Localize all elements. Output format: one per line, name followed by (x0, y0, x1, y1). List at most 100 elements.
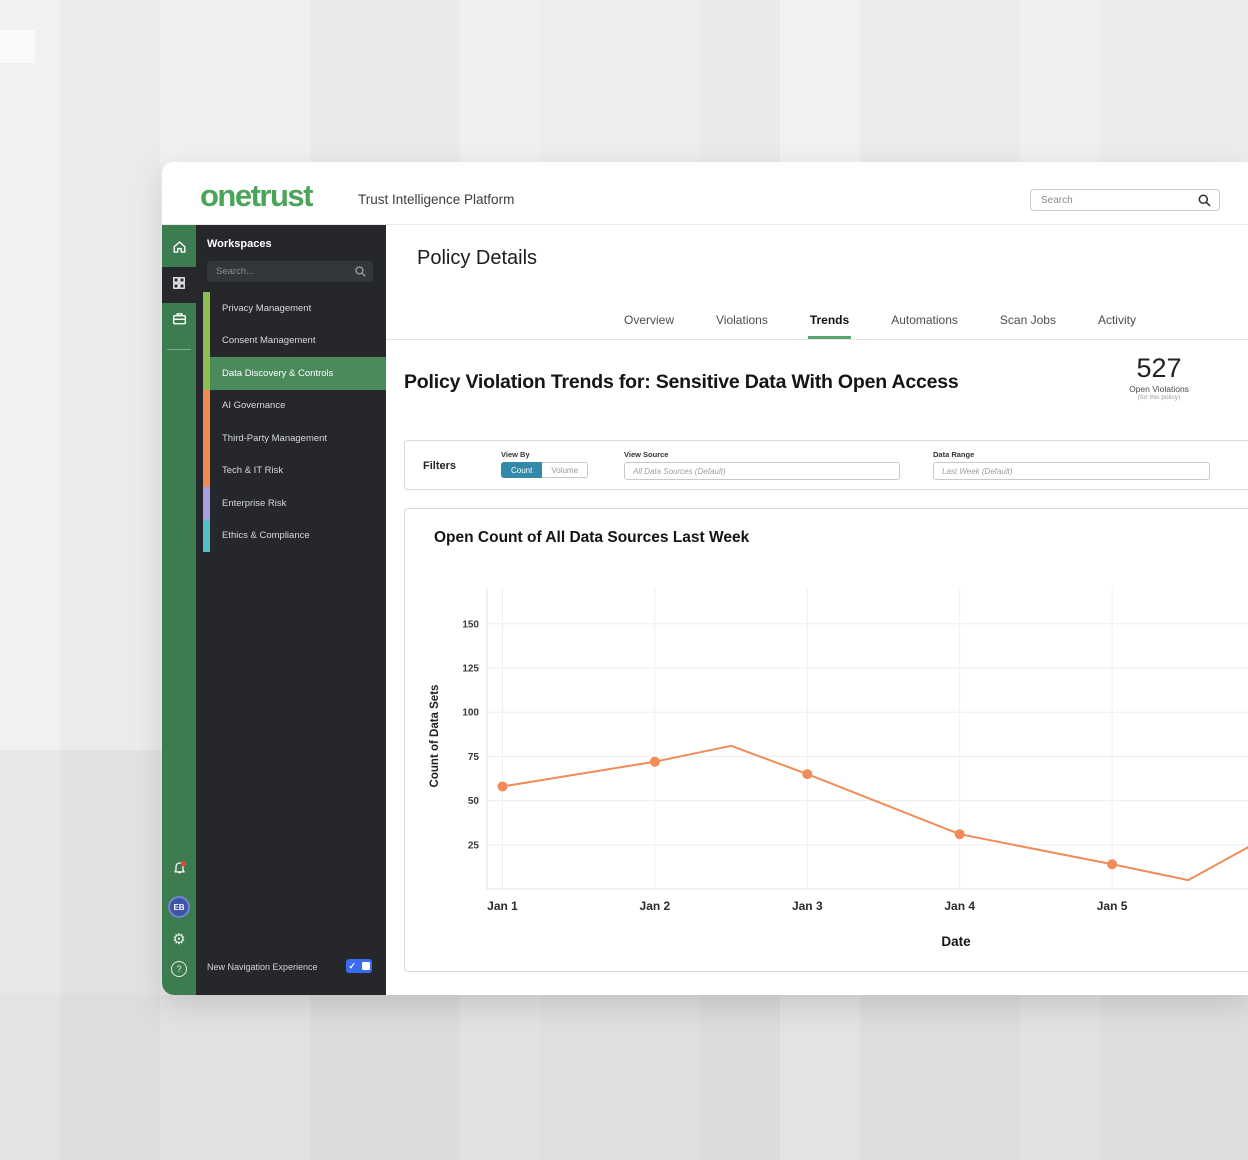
sidebar-item-label: Consent Management (222, 335, 315, 346)
workspace-list: Privacy Management Consent Management Data… (196, 292, 386, 552)
new-nav-toggle[interactable]: ✓ (346, 959, 372, 973)
global-search[interactable] (1030, 189, 1220, 211)
sidebar-item-label: Third-Party Management (222, 433, 327, 444)
sidebar-item-third-party-management[interactable]: Third-Party Management (196, 422, 386, 455)
sidebar-item-label: Privacy Management (222, 303, 311, 314)
sidebar-item-ai-governance[interactable]: AI Governance (196, 390, 386, 423)
onetrust-logo: onetrust (200, 178, 312, 214)
notifications-button[interactable] (171, 860, 188, 882)
rail-bottom-group: EB ⚙ ? (162, 860, 196, 977)
data-range-input[interactable] (933, 462, 1210, 480)
y-tick-label: 125 (462, 664, 479, 675)
view-source-input[interactable] (624, 462, 900, 480)
main-content: Policy Details Overview Violations Trends A… (386, 225, 1248, 995)
y-tick-label: 75 (468, 752, 480, 763)
view-by-volume-button[interactable]: Volume (542, 462, 588, 478)
sidebar-item-consent-management[interactable]: Consent Management (196, 325, 386, 358)
apps-grid-icon (171, 275, 187, 296)
workspace-color-strip (203, 325, 210, 358)
avatar[interactable]: EB (168, 896, 190, 918)
sidebar-item-enterprise-risk[interactable]: Enterprise Risk (196, 487, 386, 520)
background-shade-bottom (0, 995, 1248, 1160)
sidebar-item-label: AI Governance (222, 400, 285, 411)
tab-automations[interactable]: Automations (889, 303, 960, 339)
sidebar-item-label: Data Discovery & Controls (222, 368, 333, 379)
view-source-label: View Source (624, 450, 668, 459)
sidebar-item-data-discovery-controls[interactable]: Data Discovery & Controls (196, 357, 386, 390)
sidebar-item-ethics-compliance[interactable]: Ethics & Compliance (196, 520, 386, 553)
gear-icon[interactable]: ⚙ (172, 932, 185, 947)
sidebar-item-label: Tech & IT Risk (222, 465, 283, 476)
trends-heading: Policy Violation Trends for: Sensitive D… (404, 371, 959, 394)
tab-bar: Overview Violations Trends Automations Scan … (386, 303, 1248, 340)
top-bar: onetrust Trust Intelligence Platform (162, 162, 1248, 225)
y-tick-label: 150 (462, 619, 479, 630)
tab-overview[interactable]: Overview (622, 303, 676, 339)
x-tick-label: Jan 5 (1097, 899, 1128, 913)
background-patch (0, 30, 35, 63)
workspace-color-strip (203, 357, 210, 390)
search-icon[interactable] (1197, 193, 1212, 213)
new-nav-label: New Navigation Experience (207, 962, 318, 972)
data-point-marker (498, 781, 508, 791)
tab-scan-jobs[interactable]: Scan Jobs (998, 303, 1058, 339)
rail-projects-button[interactable] (162, 303, 196, 339)
data-point-marker (802, 769, 812, 779)
y-tick-label: 25 (468, 840, 480, 851)
data-point-marker (650, 757, 660, 767)
open-violations-stat: 527 Open Violations (for this policy) (1109, 354, 1209, 401)
chart-title: Open Count of All Data Sources Last Week (434, 529, 749, 547)
rail-apps-button[interactable] (162, 267, 196, 303)
tab-activity[interactable]: Activity (1096, 303, 1138, 339)
filters-title: Filters (423, 460, 456, 472)
sidebar-item-tech-it-risk[interactable]: Tech & IT Risk (196, 455, 386, 488)
rail-divider (167, 349, 191, 350)
sidebar-title: Workspaces (207, 238, 272, 250)
workspace-color-strip (203, 390, 210, 423)
workspace-color-strip (203, 455, 210, 488)
toggle-knob (362, 962, 370, 970)
sidebar-item-privacy-management[interactable]: Privacy Management (196, 292, 386, 325)
x-tick-label: Jan 3 (792, 899, 823, 913)
x-tick-label: Jan 4 (944, 899, 975, 913)
workspace-color-strip (203, 520, 210, 553)
workspace-color-strip (203, 422, 210, 455)
data-point-marker (955, 829, 965, 839)
workspace-color-strip (203, 487, 210, 520)
view-by-label: View By (501, 450, 530, 459)
workspaces-sidebar: Workspaces Privacy Management Consent Man… (196, 225, 386, 995)
home-icon (171, 238, 188, 260)
x-axis-title: Date (941, 934, 971, 949)
platform-title: Trust Intelligence Platform (358, 192, 514, 207)
x-tick-label: Jan 1 (487, 899, 518, 913)
tab-violations[interactable]: Violations (714, 303, 770, 339)
trend-line (503, 746, 1248, 880)
sidebar-item-label: Ethics & Compliance (222, 530, 310, 541)
stat-value: 527 (1109, 354, 1209, 382)
page-title: Policy Details (417, 247, 537, 270)
y-axis-title: Count of Data Sets (429, 685, 441, 788)
sidebar-search[interactable] (207, 261, 373, 282)
workspace-color-strip (203, 292, 210, 325)
chart-card: 255075100125150Jan 1Jan 2Jan 3Jan 4Jan 5… (404, 508, 1248, 972)
view-by-count-button[interactable]: Count (501, 462, 542, 478)
x-tick-label: Jan 2 (640, 899, 671, 913)
sidebar-footer: New Navigation Experience ✓ (196, 955, 386, 981)
data-point-marker (1107, 859, 1117, 869)
briefcase-icon (171, 310, 188, 332)
sidebar-search-input[interactable] (207, 261, 373, 282)
rail-home-button[interactable] (162, 231, 196, 267)
app-rail: EB ⚙ ? (162, 225, 196, 995)
filters-bar: Filters View By CountVolume View Source … (404, 440, 1248, 490)
tab-trends[interactable]: Trends (808, 303, 851, 339)
global-search-input[interactable] (1031, 190, 1219, 210)
search-icon (354, 265, 367, 283)
help-icon[interactable]: ? (171, 961, 187, 977)
stat-label: Open Violations (1109, 384, 1209, 394)
app-window: onetrust Trust Intelligence Platform (162, 162, 1248, 995)
data-range-label: Data Range (933, 450, 974, 459)
view-by-toggle: CountVolume (501, 462, 588, 478)
check-icon: ✓ (349, 962, 357, 971)
line-chart: 255075100125150Jan 1Jan 2Jan 3Jan 4Jan 5… (405, 509, 1248, 973)
stat-sublabel: (for this policy) (1109, 394, 1209, 401)
